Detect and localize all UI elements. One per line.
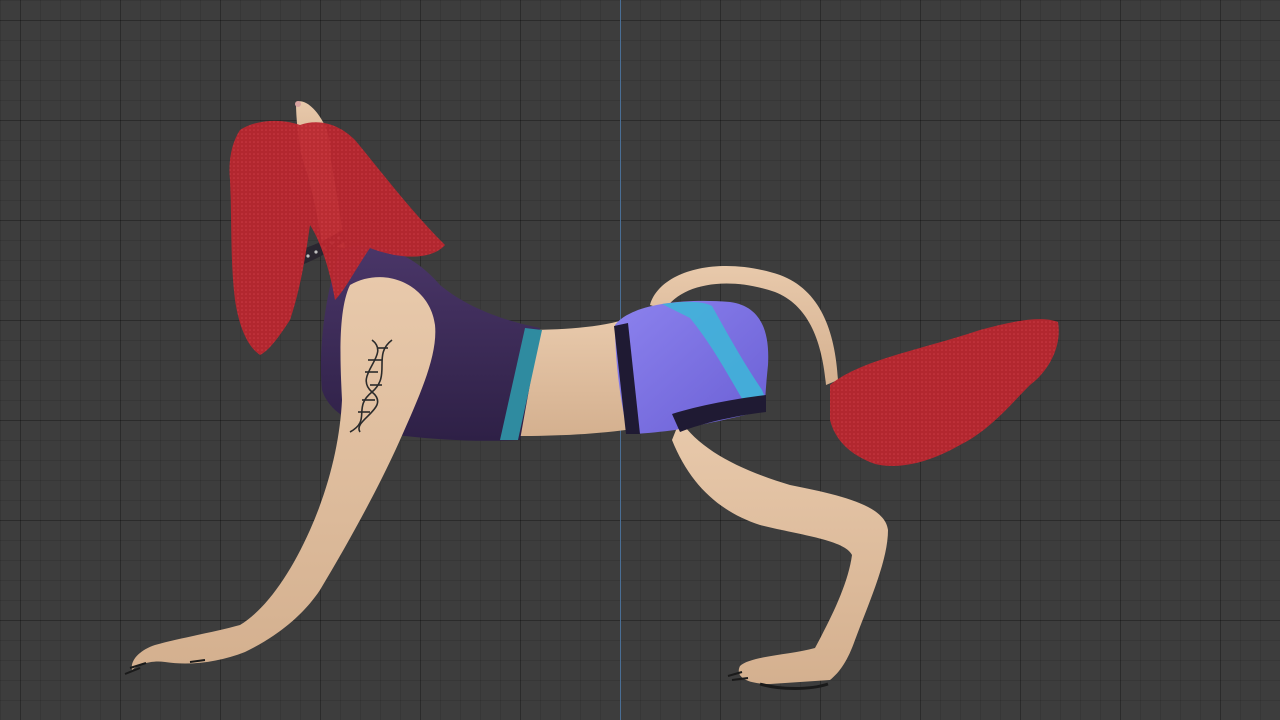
nose [295,101,301,107]
back-foot-pad [759,682,829,690]
character-model[interactable] [0,0,1280,720]
back-leg [672,420,888,684]
arm [131,277,436,670]
tail-tuft [830,319,1059,466]
3d-viewport[interactable] [0,0,1280,720]
